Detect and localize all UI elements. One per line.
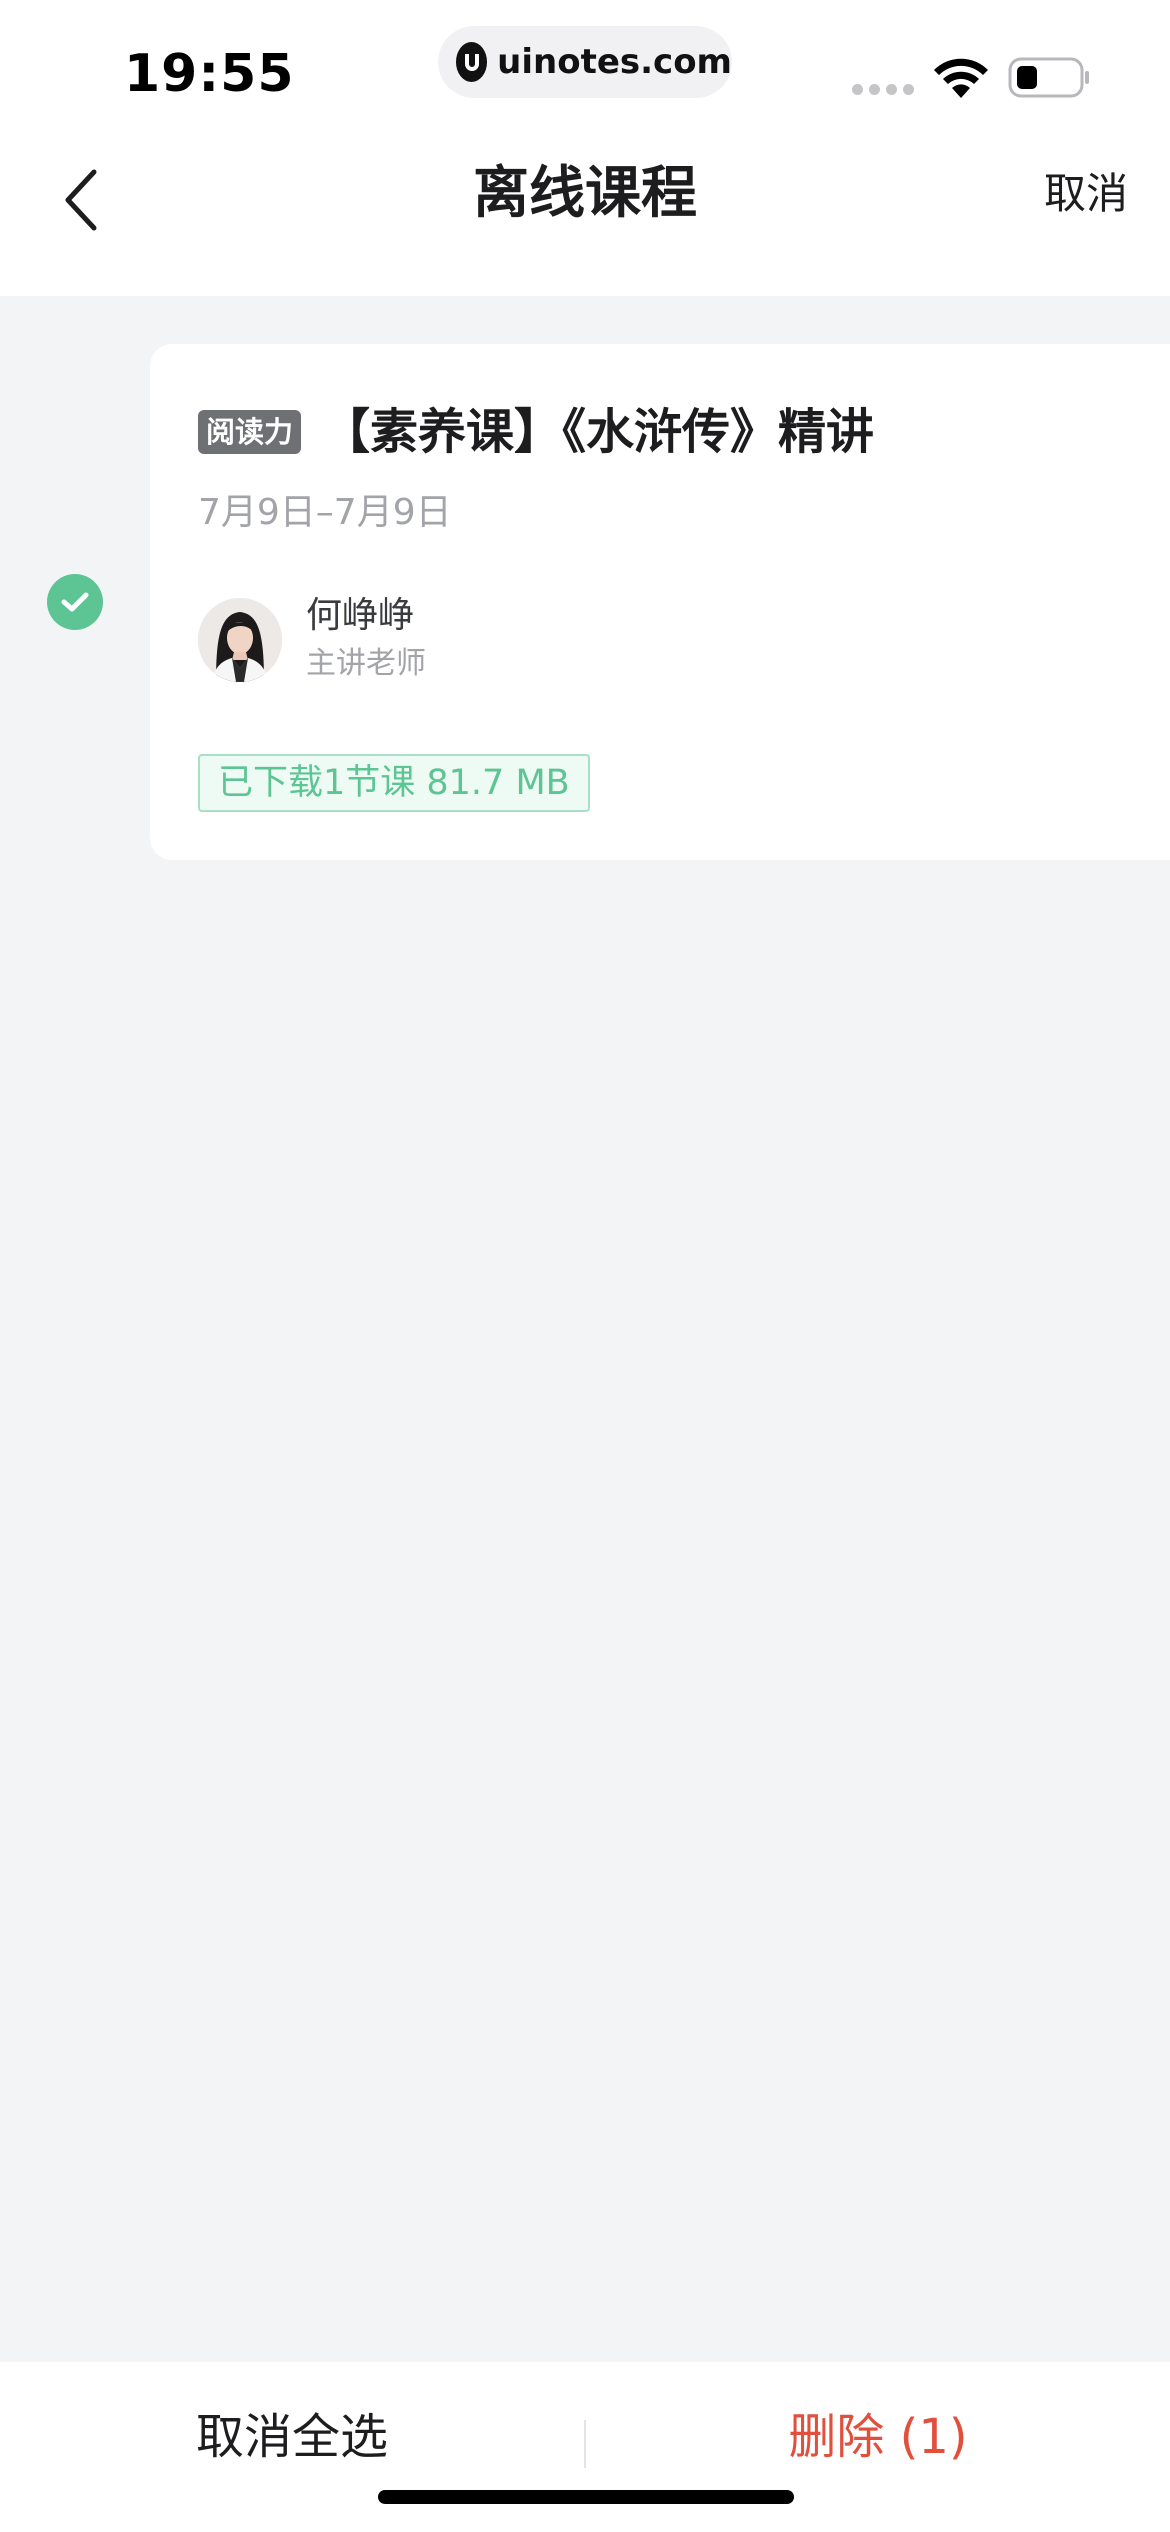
back-button[interactable] xyxy=(40,150,120,250)
deselect-all-button[interactable]: 取消全选 xyxy=(0,2402,584,2472)
teacher-avatar xyxy=(198,598,282,682)
course-title: 【素养课】《水浒传》精讲 xyxy=(322,404,875,460)
page-title: 离线课程 xyxy=(473,161,697,226)
teacher-role: 主讲老师 xyxy=(306,646,426,681)
download-status-badge: 已下载1节课 81.7 MB xyxy=(198,754,590,812)
cancel-button[interactable]: 取消 xyxy=(1044,144,1128,244)
course-tag: 阅读力 xyxy=(198,410,302,454)
status-time: 19:55 xyxy=(124,44,295,104)
battery-icon xyxy=(1008,57,1089,98)
url-text: uinotes.com xyxy=(497,42,732,82)
url-pill[interactable]: uinotes.com xyxy=(438,26,732,98)
delete-button[interactable]: 删除 (1) xyxy=(586,2402,1170,2472)
teacher-name: 何峥峥 xyxy=(306,595,415,636)
signal-dots-icon xyxy=(852,84,914,95)
nav-bar: 离线课程 取消 xyxy=(0,130,1170,296)
chevron-left-icon xyxy=(65,169,97,231)
status-bar: 19:55 uinotes.com xyxy=(0,0,1170,130)
course-card[interactable]: 阅读力 【素养课】《水浒传》精讲 7月9日–7月9日 何峥峥 主讲老师 已下载1… xyxy=(150,344,1170,860)
course-date-range: 7月9日–7月9日 xyxy=(198,492,452,533)
site-logo-icon xyxy=(456,42,488,82)
selected-check-icon[interactable] xyxy=(47,574,103,630)
home-indicator[interactable] xyxy=(378,2490,794,2504)
checkmark-icon xyxy=(61,592,89,612)
wifi-icon xyxy=(934,58,988,98)
bottom-action-bar: 取消全选 删除 (1) xyxy=(0,2362,1170,2532)
